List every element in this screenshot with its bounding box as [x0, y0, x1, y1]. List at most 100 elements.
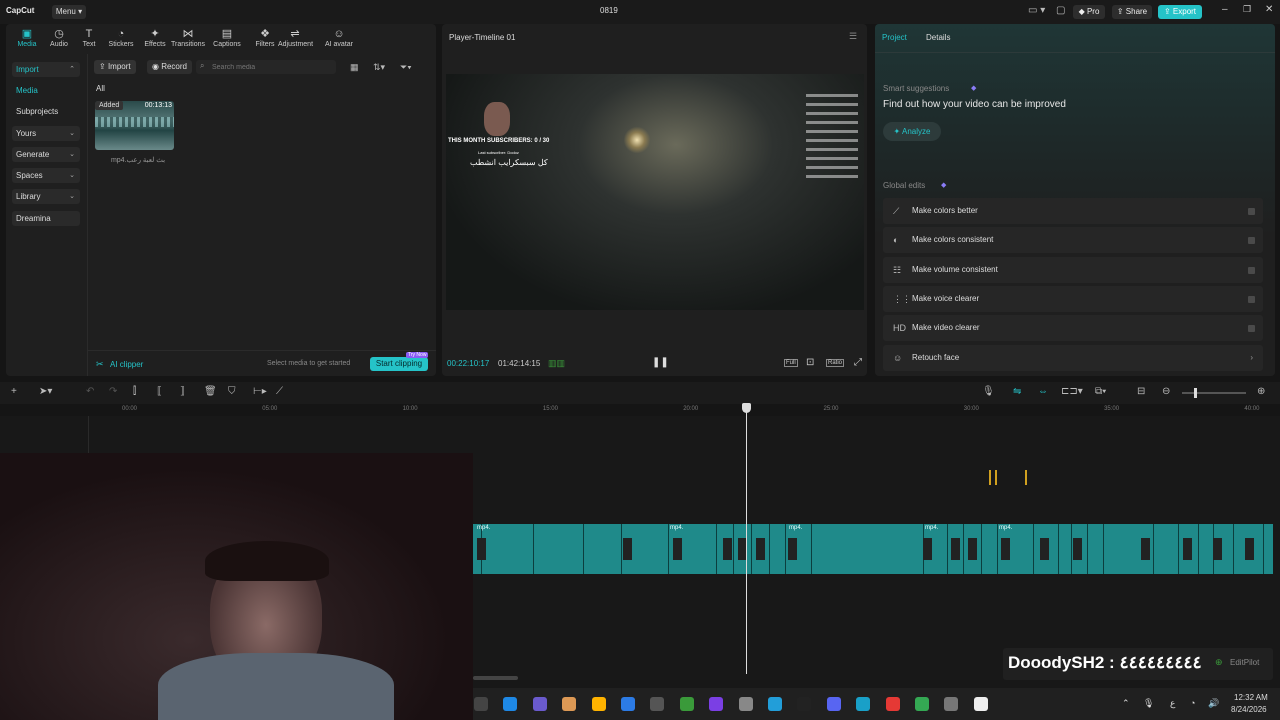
maximize-icon[interactable]: ❐ — [1243, 4, 1251, 15]
copilot-icon[interactable] — [532, 697, 547, 711]
tab-audio[interactable]: ◷ Audio — [42, 28, 76, 48]
tray-mic-icon[interactable]: 🎙 — [1143, 698, 1154, 709]
tray-volume-icon[interactable]: 🔊 — [1208, 698, 1219, 709]
full-button[interactable]: Full — [784, 359, 798, 367]
sidebar-item-generate[interactable]: Generate ⌄ — [12, 147, 80, 162]
analyze-button[interactable]: ✦ Analyze — [883, 122, 941, 141]
zoom-in-icon[interactable]: ⊕ — [1257, 386, 1265, 397]
filter-all[interactable]: All — [96, 84, 105, 93]
menu-button[interactable]: Menu ▾ — [52, 5, 86, 19]
playhead[interactable] — [746, 404, 747, 674]
start-clipping-button[interactable]: Start clipping — [370, 357, 428, 371]
split-icon[interactable]: ⫿ — [133, 386, 136, 397]
sidebar-item-media[interactable]: Media — [12, 83, 80, 98]
capcut-icon[interactable] — [973, 697, 988, 711]
zoom-out-icon[interactable]: ⊖ — [1162, 386, 1170, 397]
sort-icon[interactable]: ⇅▾ — [373, 62, 385, 73]
video-track[interactable]: mp4. mp4. mp4. mp4. mp4. — [473, 524, 1273, 574]
waveform-icon[interactable]: ▥▥ — [548, 358, 565, 369]
extend-icon[interactable]: ⊢▸ — [253, 386, 267, 397]
tab-media[interactable]: ▣ Media — [10, 28, 44, 48]
global-edit-make-colors-consistent[interactable]: ◐ Make colors consistent — [883, 227, 1263, 254]
export-button[interactable]: ⇪ Export — [1158, 5, 1202, 19]
global-edit-make-video-clearer[interactable]: HD Make video clearer — [883, 315, 1263, 342]
global-edit-retouch-face[interactable]: ☺ Retouch face › — [883, 344, 1263, 371]
link-icon[interactable]: ⇋ — [1013, 386, 1021, 397]
import-button[interactable]: ⇪ Import — [94, 60, 136, 74]
telegram-icon[interactable] — [768, 697, 782, 711]
tray-chevron-icon[interactable]: ⌃ — [1122, 698, 1130, 709]
global-edit-make-colors-better[interactable]: ⟋ Make colors better — [883, 198, 1263, 224]
photos-icon[interactable] — [562, 697, 577, 711]
vpn-icon[interactable] — [738, 697, 753, 711]
toggle-checkbox[interactable] — [1248, 325, 1255, 333]
select-tool-icon[interactable]: ➤▾ — [39, 386, 52, 397]
pause-icon[interactable]: ❚❚ — [652, 357, 669, 368]
tab-transitions[interactable]: ⋈ Transitions — [171, 28, 205, 48]
screenshot-icon[interactable]: ⊡ — [806, 357, 814, 368]
browser-icon[interactable] — [856, 697, 871, 711]
tab-project[interactable]: Project — [882, 33, 907, 42]
tab-text[interactable]: T Text — [72, 28, 106, 48]
sidebar-item-import[interactable]: Import ⌃ — [12, 62, 80, 77]
preview-axis-icon[interactable]: ⧉▾ — [1095, 386, 1106, 397]
clock-date[interactable]: 8/24/2026 — [1231, 705, 1267, 714]
sidebar-item-subprojects[interactable]: Subprojects — [12, 104, 80, 119]
tab-stickers[interactable]: ◔ Stickers — [104, 28, 138, 48]
tiktok-icon[interactable] — [797, 697, 812, 711]
display-icon[interactable]: ▢ — [1056, 5, 1065, 16]
app-icon[interactable] — [709, 697, 724, 711]
tab-ai-avatar[interactable]: ☺ AI avatar — [322, 28, 356, 48]
zoom-slider[interactable] — [1182, 388, 1246, 398]
minecraft-icon[interactable] — [679, 697, 694, 711]
trim-left-icon[interactable]: ⟦ — [157, 386, 162, 397]
undo-icon[interactable]: ↶ — [86, 386, 94, 397]
ai-edit-icon[interactable]: ⟋ — [276, 386, 283, 397]
store-icon[interactable] — [621, 697, 635, 711]
edge-icon[interactable] — [503, 697, 518, 711]
share-button[interactable]: ⇪ Share — [1112, 5, 1152, 19]
grid-view-icon[interactable]: ▦ — [350, 62, 359, 73]
tray-language-icon[interactable]: ع — [1170, 698, 1175, 709]
global-edit-make-volume-consistent[interactable]: ☷ Make volume consistent — [883, 256, 1263, 283]
caption-icon[interactable]: ⊟ — [1137, 386, 1145, 397]
timeline-scrollbar[interactable] — [473, 676, 518, 680]
ratio-button[interactable]: Ratio — [826, 359, 845, 367]
toggle-checkbox[interactable] — [1248, 208, 1255, 215]
snap-icon[interactable]: ⊏⊐▾ — [1061, 386, 1083, 397]
tray-wifi-icon[interactable]: ◔ — [1190, 698, 1195, 708]
search-box[interactable]: ⌕ — [196, 60, 336, 74]
file-explorer-icon[interactable] — [474, 697, 488, 711]
media-item[interactable]: Added 00:13:13 — [95, 101, 174, 150]
sidebar-item-library[interactable]: Library ⌄ — [12, 189, 80, 204]
tab-effects[interactable]: ✦ Effects — [138, 28, 172, 48]
record-button[interactable]: ◉ Record — [147, 60, 192, 74]
shield-icon[interactable]: ⛉ — [228, 386, 236, 397]
sidebar-item-dreamina[interactable]: Dreamina — [12, 211, 80, 226]
global-edit-make-voice-clearer[interactable]: ⋮⋮ Make voice clearer — [883, 285, 1263, 312]
tab-captions[interactable]: ▤ Captions — [210, 28, 244, 48]
sidebar-item-yours[interactable]: Yours ⌄ — [12, 126, 80, 141]
clock-time[interactable]: 12:32 AM — [1234, 693, 1268, 702]
microphone-icon[interactable]: 🎙 — [982, 386, 995, 397]
chrome-icon[interactable] — [885, 697, 900, 711]
delete-icon[interactable]: 🗑 — [204, 386, 217, 397]
player-menu-icon[interactable]: ☰ — [849, 31, 857, 42]
search-input[interactable] — [210, 61, 334, 74]
pro-button[interactable]: ◆ Pro — [1073, 5, 1105, 19]
zoom-slider-knob[interactable] — [1194, 388, 1197, 398]
magnet-icon[interactable]: ⇔ — [1038, 386, 1048, 397]
toggle-checkbox[interactable] — [1248, 266, 1255, 274]
discord-icon[interactable] — [826, 697, 841, 711]
settings-icon[interactable] — [944, 697, 959, 711]
folder-icon[interactable] — [591, 697, 606, 711]
app-icon[interactable] — [650, 697, 665, 711]
chrome-icon[interactable] — [915, 697, 929, 711]
tab-filters[interactable]: ❖ Filters — [248, 28, 282, 48]
close-icon[interactable]: ✕ — [1265, 4, 1273, 15]
redo-icon[interactable]: ↷ — [109, 386, 117, 397]
sidebar-item-spaces[interactable]: Spaces ⌄ — [12, 168, 80, 183]
add-track-icon[interactable]: + — [11, 386, 17, 397]
fullscreen-icon[interactable]: ⤢ — [854, 357, 862, 368]
filter-icon[interactable]: ⏷▾ — [400, 62, 412, 73]
